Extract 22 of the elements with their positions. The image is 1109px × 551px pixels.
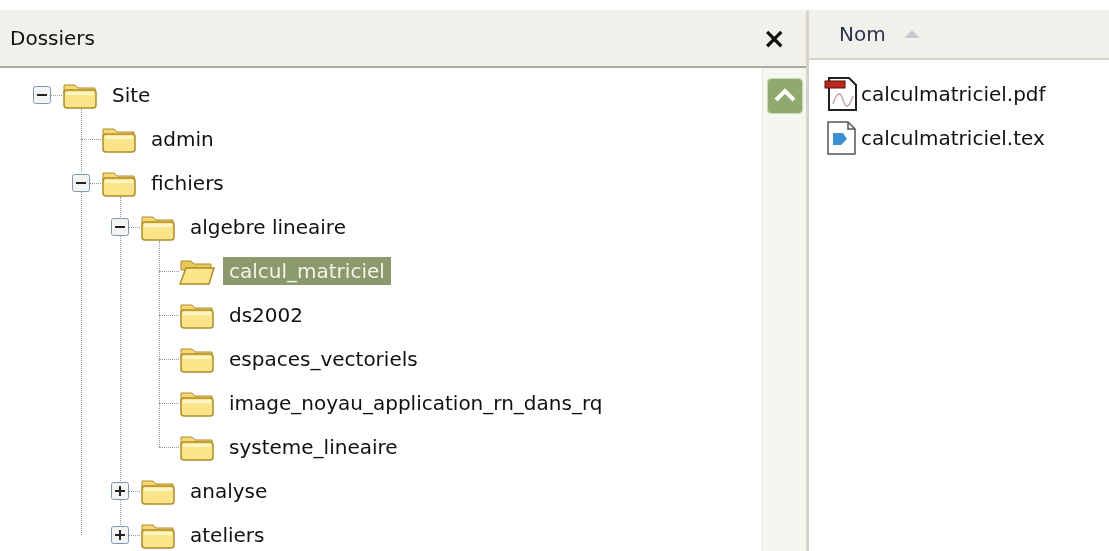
folder-item[interactable]: analyse xyxy=(184,477,274,505)
folder-item[interactable]: admin xyxy=(145,125,220,153)
folder-item[interactable]: algebre lineaire xyxy=(184,213,352,241)
file-item[interactable]: calculmatriciel.pdf xyxy=(861,82,1046,106)
scroll-up-icon[interactable] xyxy=(766,78,803,114)
scrollbar[interactable] xyxy=(762,68,806,551)
folder-item[interactable]: Site xyxy=(106,81,157,109)
pane-title: Dossiers xyxy=(10,26,95,50)
folder-item[interactable]: fichiers xyxy=(145,169,230,197)
column-header[interactable]: Nom xyxy=(809,22,922,46)
expand-toggle[interactable] xyxy=(111,526,129,544)
collapse-toggle[interactable] xyxy=(72,174,90,192)
close-button[interactable]: × xyxy=(758,21,790,55)
expand-toggle[interactable] xyxy=(111,482,129,500)
folder-item[interactable]: ateliers xyxy=(184,521,271,549)
collapse-toggle[interactable] xyxy=(33,86,51,104)
collapse-toggle[interactable] xyxy=(111,218,129,236)
folder-item[interactable]: systeme_lineaire xyxy=(223,433,404,461)
file-item[interactable]: calculmatriciel.tex xyxy=(861,126,1045,150)
folder-item[interactable]: espaces_vectoriels xyxy=(223,345,424,373)
folder-item[interactable]: image_noyau_application_rn_dans_rq xyxy=(223,389,609,417)
folder-item[interactable]: ds2002 xyxy=(223,301,309,329)
